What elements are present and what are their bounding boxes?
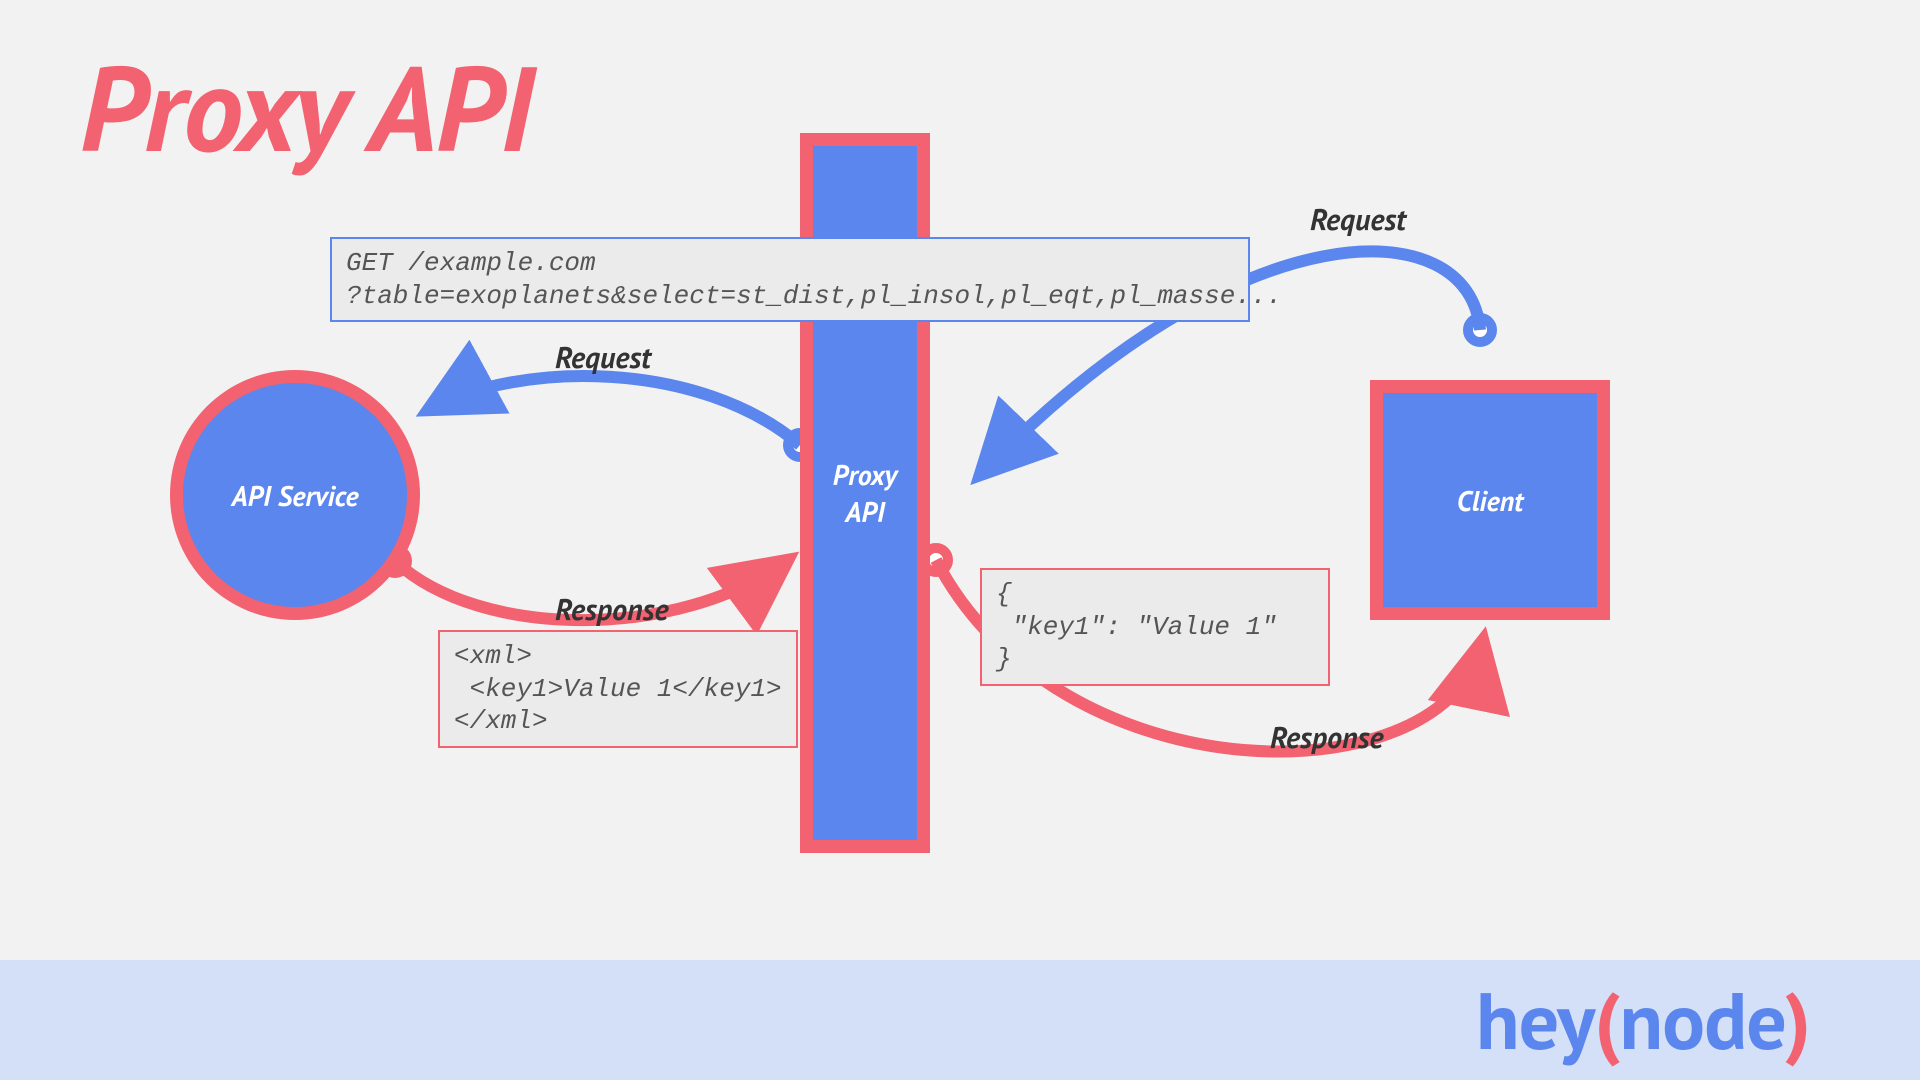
proxy-api-label: Proxy API xyxy=(833,456,897,530)
label-request-client: Request xyxy=(1310,200,1406,239)
heynode-logo: hey(node) xyxy=(1476,969,1810,1072)
api-service-node-inner: API Service xyxy=(183,383,407,607)
label-response-proxy: Response xyxy=(1270,718,1383,757)
api-service-label: API Service xyxy=(231,477,358,514)
logo-rparen: ) xyxy=(1785,969,1810,1072)
codebox-json-response: { "key1": "Value 1" } xyxy=(980,568,1330,686)
footer-bar: hey(node) xyxy=(0,960,1920,1080)
diagram-title: Proxy API xyxy=(80,30,531,185)
logo-lparen: ( xyxy=(1594,969,1619,1072)
client-label: Client xyxy=(1457,482,1523,519)
client-node-inner: Client xyxy=(1383,393,1597,607)
codebox-http-request: GET /example.com ?table=exoplanets&selec… xyxy=(330,237,1250,322)
arrow-proxy-to-api xyxy=(428,376,800,445)
logo-node: node xyxy=(1620,969,1785,1072)
label-request-proxy: Request xyxy=(555,338,651,377)
logo-hey: hey xyxy=(1476,969,1594,1072)
label-response-api: Response xyxy=(555,590,668,629)
codebox-xml-response: <xml> <key1>Value 1</key1> </xml> xyxy=(438,630,798,748)
